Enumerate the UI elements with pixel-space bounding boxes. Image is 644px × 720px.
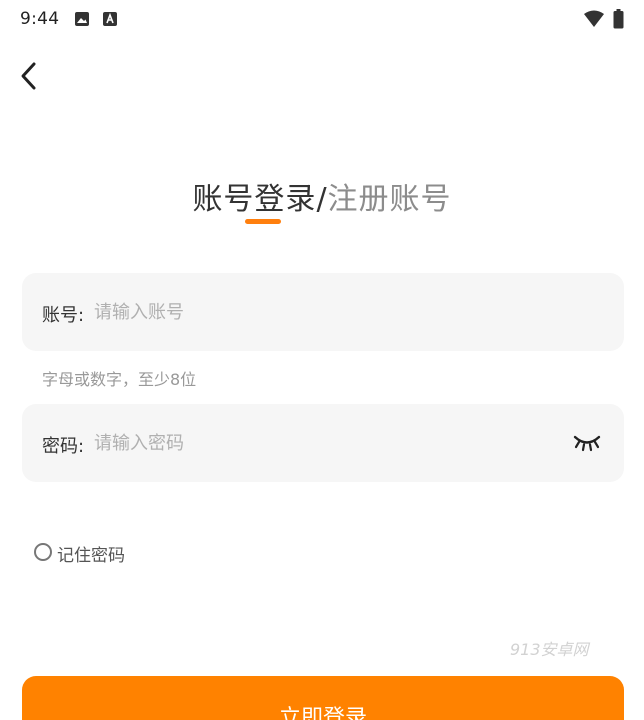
status-bar: 9:44 — [0, 0, 644, 40]
status-time: 9:44 — [20, 9, 60, 29]
login-screen: 9:44 账号登录/注册账号 账号: 字母或数字，至少8位 密码: — [0, 0, 644, 720]
login-button-label: 立即登录 — [278, 706, 367, 720]
title-tabs: 账号登录/注册账号 — [0, 174, 644, 218]
eye-closed-icon[interactable] — [572, 432, 602, 452]
remember-password-label: 记住密码 — [57, 546, 125, 566]
tab-register-account[interactable]: 注册账号 — [328, 182, 452, 217]
back-button[interactable] — [14, 58, 46, 94]
password-label: 密码: — [42, 436, 85, 457]
tab-account-login[interactable]: 账号登录 — [192, 182, 316, 217]
tab-separator: / — [316, 182, 328, 217]
login-button[interactable]: 立即登录 — [22, 676, 624, 720]
account-field[interactable]: 账号: — [22, 273, 624, 351]
watermark: 913安卓网 — [510, 640, 589, 659]
account-hint: 字母或数字，至少8位 — [42, 370, 197, 389]
a-app-icon — [103, 12, 117, 26]
image-icon — [75, 12, 89, 26]
account-input[interactable] — [94, 295, 574, 329]
password-input[interactable] — [94, 426, 574, 460]
active-tab-indicator — [245, 219, 281, 224]
account-label: 账号: — [42, 305, 85, 326]
wifi-icon — [584, 10, 604, 27]
battery-icon — [613, 9, 624, 29]
remember-password-radio[interactable] — [34, 543, 52, 561]
password-field[interactable]: 密码: — [22, 404, 624, 482]
